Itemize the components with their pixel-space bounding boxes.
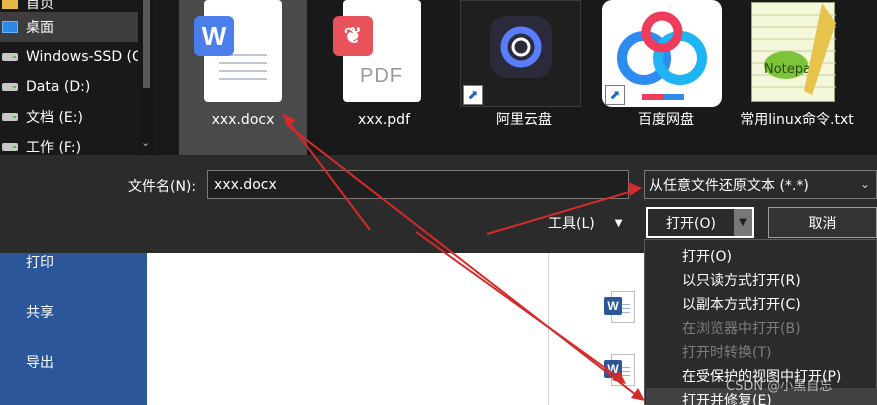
file-name: xxx.pdf (357, 112, 410, 128)
nav-item-drive-f[interactable]: 工作 (F:) (0, 132, 138, 162)
open-dropdown-arrow-icon[interactable]: ▼ (734, 209, 752, 236)
menu-item-open[interactable]: 打开(O) (646, 244, 877, 268)
nav-item-desktop[interactable]: 桌面 (0, 12, 138, 42)
drive-icon (2, 143, 18, 151)
menu-item-open-browser: 在浏览器中打开(B) (682, 321, 801, 337)
folder-icon (2, 0, 18, 9)
nav-item-drive-c[interactable]: Windows-SSD (C:) (0, 42, 138, 72)
file-item-aliyun[interactable]: ⬈ 阿里云盘 (460, 0, 588, 155)
cancel-button[interactable]: 取消 (768, 207, 877, 238)
tools-button[interactable]: 工具(L) ▼ (548, 213, 622, 233)
file-name: 常用linux命令.txt (740, 112, 854, 128)
pdf-label: PDF (360, 65, 403, 87)
file-name: xxx.docx (211, 112, 275, 128)
backstage-export-item[interactable]: 导出 (26, 352, 54, 372)
nav-item-label: Data (D:) (26, 79, 91, 95)
watermark: CSDN @小黑自忘 (726, 379, 833, 394)
filename-input[interactable] (207, 170, 629, 199)
shortcut-arrow-icon: ⬈ (605, 85, 625, 105)
nav-item-drive-d[interactable]: Data (D:) (0, 72, 138, 102)
open-file-dialog: 首页 桌面 Windows-SSD (C:) Data (D:) 文档 (E:)… (0, 0, 877, 253)
wps-writer-badge-icon: W (194, 16, 234, 56)
word-file-icon: W (604, 291, 636, 325)
backstage-divider (548, 250, 549, 405)
nav-scrollbar[interactable]: ⌄ (138, 0, 155, 155)
desktop-icon (2, 21, 18, 33)
shortcut-arrow-icon: ⬈ (463, 85, 483, 105)
chevron-down-icon[interactable]: ⌄ (141, 136, 150, 149)
menu-item-open-copy[interactable]: 以副本方式打开(C) (646, 292, 877, 316)
drive-icon (2, 113, 18, 121)
file-item-pdf[interactable]: ❦ PDF xxx.pdf (320, 0, 448, 155)
drive-icon (2, 83, 18, 91)
nav-item-label: 文档 (E:) (26, 110, 83, 126)
chevron-down-icon[interactable]: ⌄ (860, 177, 870, 191)
backstage-share-item[interactable]: 共享 (26, 302, 54, 322)
nav-item-drive-e[interactable]: 文档 (E:) (0, 102, 138, 132)
tools-label: 工具(L) (548, 216, 595, 232)
file-name: 百度网盘 (638, 112, 694, 128)
nav-item-label: Windows-SSD (C:) (26, 49, 138, 65)
filename-label: 文件名(N): (128, 179, 197, 195)
menu-item-open-convert: 打开时转换(T) (682, 345, 772, 361)
file-list: W xxx.docx ❦ PDF xxx.pdf ⬈ 阿里云盘 ⬈ 百度网盘 N… (155, 0, 877, 155)
file-type-filter-select[interactable]: 从任意文件还原文本 (*.*) ⌄ (644, 170, 877, 199)
file-item-txt[interactable]: Notepad 常用linux命令.txt (733, 0, 861, 155)
scrollbar-thumb[interactable] (143, 0, 150, 88)
notepadpp-icon: Notepad (751, 2, 836, 102)
open-button[interactable]: 打开(O) (648, 209, 734, 236)
open-split-button[interactable]: 打开(O) ▼ (646, 207, 754, 238)
menu-item-open-readonly[interactable]: 以只读方式打开(R) (646, 268, 877, 292)
drive-icon (2, 53, 18, 61)
filter-value: 从任意文件还原文本 (*.*) (649, 177, 809, 194)
backstage-print-item[interactable]: 打印 (26, 252, 54, 272)
file-item-docx[interactable]: W xxx.docx (179, 0, 307, 155)
file-item-baidu[interactable]: ⬈ 百度网盘 (602, 0, 730, 155)
nav-item-label: 桌面 (26, 20, 54, 36)
nav-item-label: 工作 (F:) (26, 140, 82, 156)
aliyun-drive-icon (490, 16, 552, 78)
file-name: 阿里云盘 (496, 112, 552, 128)
word-file-icon: W (604, 354, 636, 388)
pdf-badge-icon: ❦ (333, 16, 373, 56)
navigation-pane: 首页 桌面 Windows-SSD (C:) Data (D:) 文档 (E:)… (0, 0, 155, 156)
triangle-down-icon: ▼ (614, 217, 623, 229)
